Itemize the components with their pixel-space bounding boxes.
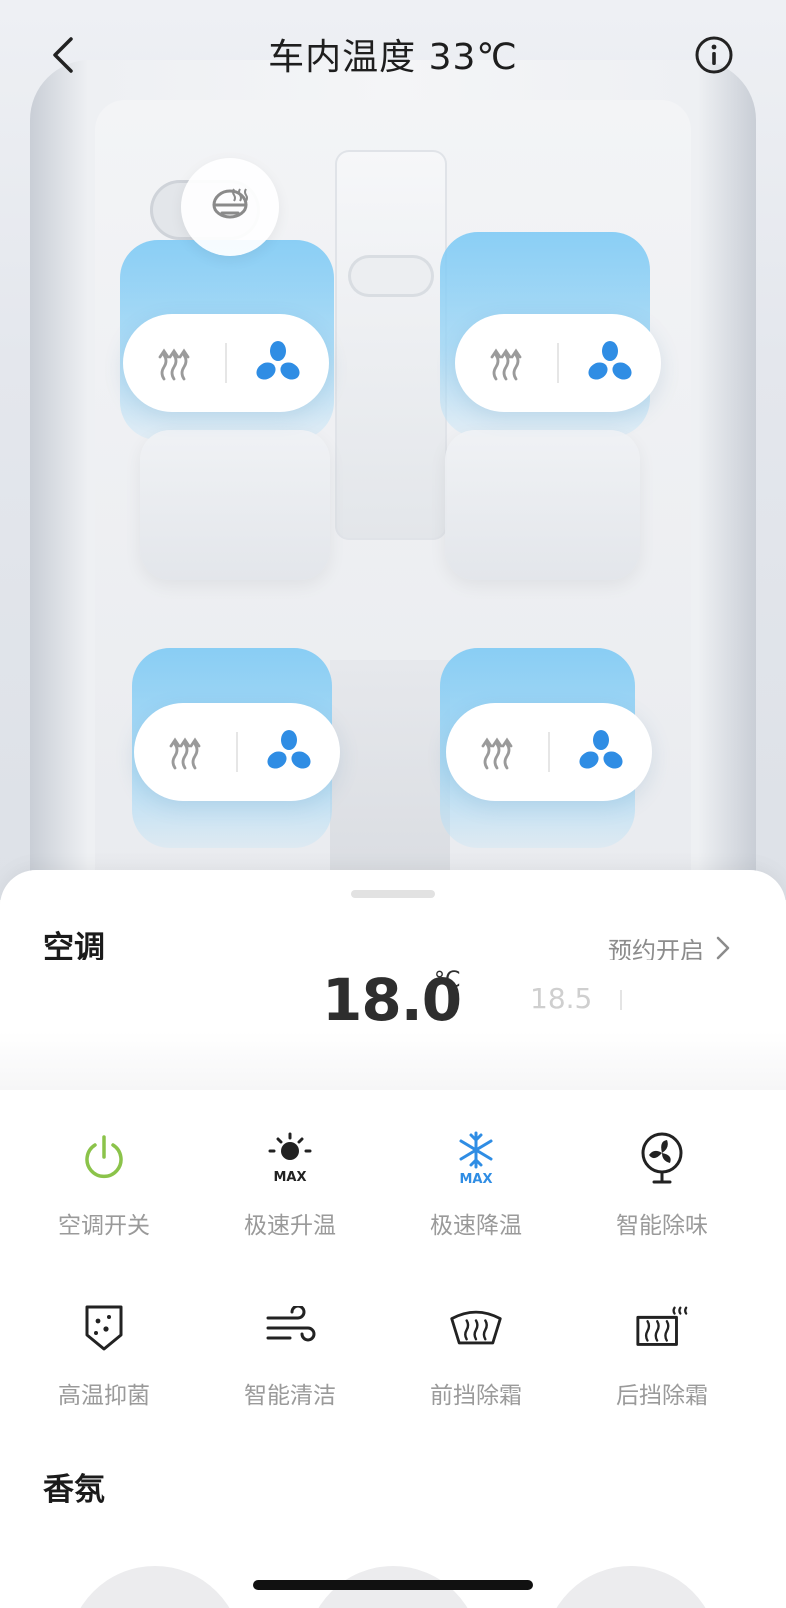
function-label: 智能清洁 — [244, 1383, 336, 1409]
sheet-drag-handle[interactable] — [351, 890, 435, 898]
page-title: 车内温度 33℃ — [268, 37, 518, 78]
fan-deodorize-icon — [634, 1130, 690, 1186]
function-label: 高温抑菌 — [58, 1383, 150, 1409]
svg-text:MAX: MAX — [459, 1172, 492, 1185]
seat-heat-button[interactable] — [134, 703, 236, 801]
seat-vent-button[interactable] — [550, 703, 652, 801]
max-cool-button[interactable]: MAX 极速降温 — [396, 1130, 556, 1260]
seat-heat-icon — [158, 348, 190, 381]
wind-clean-icon — [262, 1300, 318, 1356]
home-indicator[interactable] — [253, 1580, 533, 1590]
smart-clean-button[interactable]: 智能清洁 — [210, 1300, 370, 1430]
rear-defrost-button[interactable]: 后挡除霜 — [582, 1300, 742, 1430]
function-label: 极速降温 — [430, 1213, 522, 1239]
seat-vent-icon — [588, 341, 632, 380]
seat-heat-icon — [169, 737, 201, 770]
car-interior-view — [0, 0, 786, 900]
max-heat-button[interactable]: MAX 极速升温 — [210, 1130, 370, 1260]
seat-control-rear-left — [134, 703, 340, 801]
seat-control-rear-right — [446, 703, 652, 801]
function-label: 智能除味 — [616, 1213, 708, 1239]
scent-option-card[interactable] — [68, 1566, 242, 1608]
sterilize-button[interactable]: 高温抑菌 — [24, 1300, 184, 1430]
seat-heat-button[interactable] — [446, 703, 548, 801]
seat-vent-icon — [256, 341, 300, 380]
center-console — [335, 150, 447, 540]
seat-heat-icon — [481, 737, 513, 770]
seat-vent-button[interactable] — [559, 314, 661, 412]
chevron-right-icon — [716, 936, 730, 960]
rear-defrost-icon — [634, 1300, 690, 1356]
function-label: 后挡除霜 — [616, 1383, 708, 1409]
seat-heat-icon — [490, 348, 522, 381]
front-defrost-button[interactable]: 前挡除霜 — [396, 1300, 556, 1430]
max-cool-icon: MAX — [448, 1130, 504, 1186]
function-label: 空调开关 — [58, 1213, 150, 1239]
temperature-picker[interactable]: 18.0 °C 18.5 — [0, 960, 786, 1090]
cup-holder — [348, 255, 434, 297]
scent-section-title: 香氛 — [43, 1472, 105, 1508]
aircon-power-button[interactable]: 空调开关 — [24, 1130, 184, 1260]
info-icon — [695, 36, 733, 74]
rear-aisle — [330, 660, 450, 900]
power-icon — [76, 1130, 132, 1186]
smart-deodorize-button[interactable]: 智能除味 — [582, 1130, 742, 1260]
scent-option-card[interactable] — [544, 1566, 718, 1608]
steering-wheel-heat-button[interactable] — [181, 158, 279, 256]
sterilize-shield-icon — [76, 1300, 132, 1356]
seat-vent-button[interactable] — [227, 314, 329, 412]
temperature-unit: °C — [434, 968, 461, 993]
seat-heat-button[interactable] — [123, 314, 225, 412]
seat-front-left-cushion — [140, 430, 330, 580]
front-defrost-icon — [448, 1300, 504, 1356]
svg-text:MAX: MAX — [273, 1170, 306, 1185]
function-label: 极速升温 — [244, 1213, 336, 1239]
function-label: 前挡除霜 — [430, 1383, 522, 1409]
seat-control-front-left — [123, 314, 329, 412]
steering-wheel-heat-icon — [212, 188, 248, 219]
seat-front-right-cushion — [445, 430, 640, 580]
seat-control-front-right — [455, 314, 661, 412]
next-temperature-option[interactable]: 18.5 — [530, 982, 592, 1015]
climate-bottom-sheet: 空调 预约开启 18.0 °C 18.5 空调开关 MAX 极速升温 MAX 极… — [0, 870, 786, 1608]
seat-heat-button[interactable] — [455, 314, 557, 412]
seat-vent-icon — [267, 730, 311, 769]
seat-vent-icon — [579, 730, 623, 769]
seat-vent-button[interactable] — [238, 703, 340, 801]
picker-tick — [620, 990, 622, 1010]
max-heat-icon: MAX — [262, 1130, 318, 1186]
info-button[interactable] — [692, 33, 736, 77]
